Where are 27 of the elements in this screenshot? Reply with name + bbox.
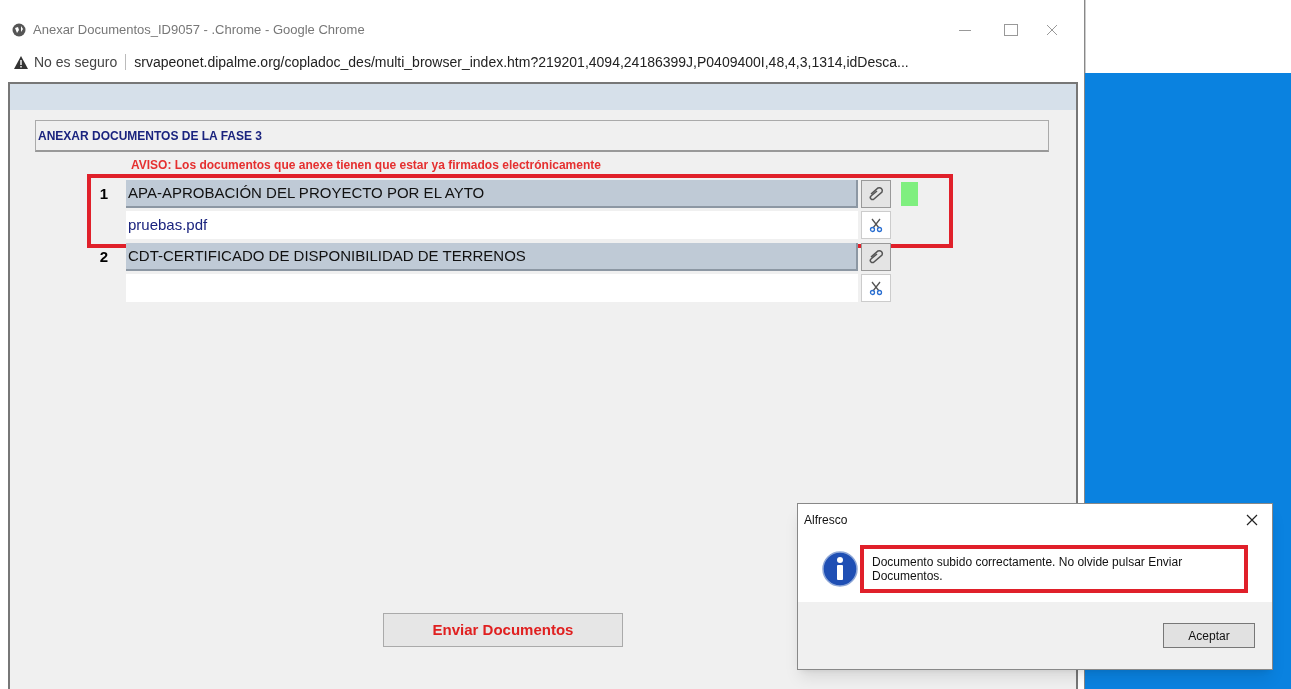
section-title: ANEXAR DOCUMENTOS DE LA FASE 3 — [38, 127, 263, 145]
document-type-field: APA-APROBACIÓN DEL PROYECTO POR EL AYTO — [126, 180, 858, 208]
dialog-message: Documento subido correctamente. No olvide pulsar Enviar Documentos. — [872, 555, 1184, 583]
row-number: 1 — [98, 183, 109, 204]
security-label[interactable]: No es seguro — [34, 51, 118, 73]
attach-button[interactable] — [861, 243, 891, 271]
scissors-icon — [868, 280, 884, 296]
scissors-icon — [868, 217, 884, 233]
info-icon — [822, 551, 858, 587]
submit-button[interactable]: Enviar Documentos — [383, 613, 623, 647]
row-number: 2 — [98, 246, 109, 267]
dialog-title: Alfresco — [804, 512, 848, 529]
warning-icon — [14, 55, 28, 69]
maximize-button[interactable] — [1004, 24, 1018, 36]
attach-button[interactable] — [861, 180, 891, 208]
notice-text: AVISO: Los documentos que anexe tienen que estar ya firmados electrónicamente — [131, 158, 602, 172]
file-field[interactable]: pruebas.pdf — [126, 211, 858, 239]
remove-button[interactable] — [861, 211, 891, 239]
accept-button[interactable]: Aceptar — [1163, 623, 1255, 648]
document-type-field: CDT-CERTIFICADO DE DISPONIBILIDAD DE TERRENOS — [126, 243, 858, 271]
remove-button[interactable] — [861, 274, 891, 302]
globe-icon — [12, 23, 26, 37]
paperclip-icon — [867, 248, 885, 266]
close-icon[interactable] — [1246, 514, 1258, 526]
url-text[interactable]: srvapeonet.dipalme.org/copladoc_des/multi_browser_index.htm?219201,4094,24186399J,P0409400I,48,4,3,1314,idDesca... — [134, 51, 909, 73]
paperclip-icon — [867, 185, 885, 203]
window-title: Anexar Documentos_ID9057 - .Chrome - Google Chrome — [33, 21, 365, 40]
